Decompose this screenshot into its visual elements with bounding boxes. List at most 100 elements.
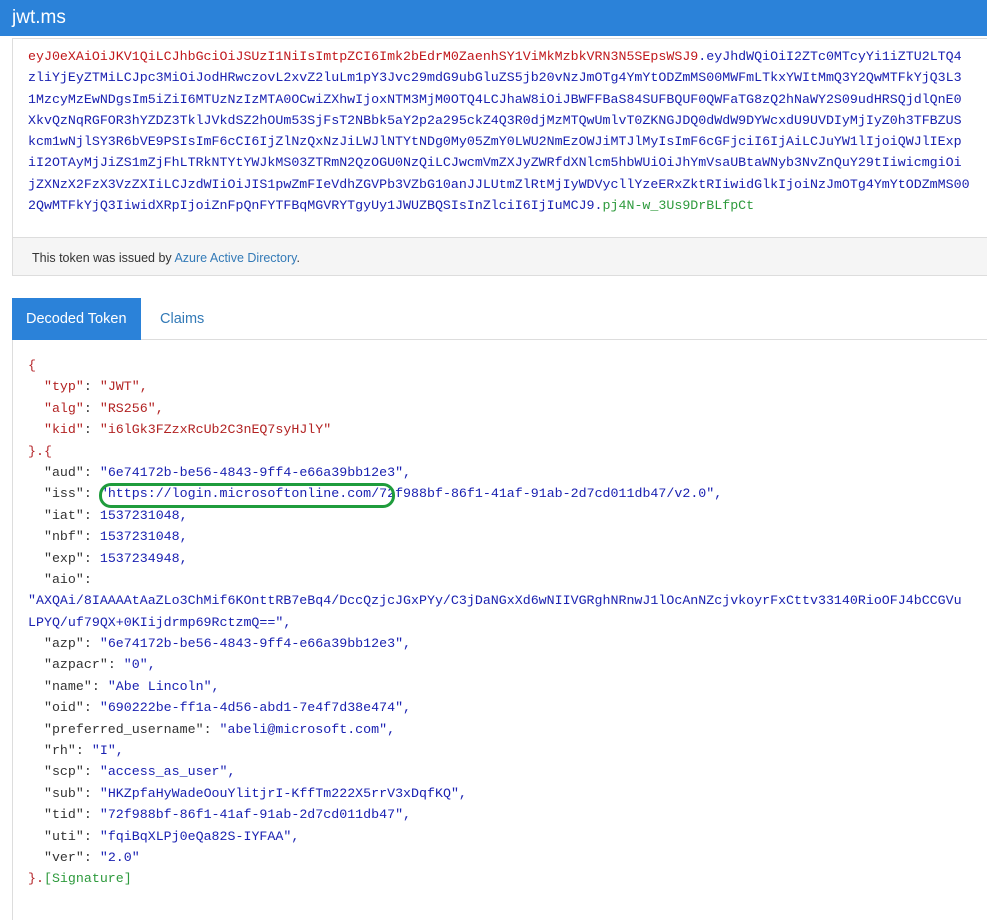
token-segment-header: eyJ0eXAiOiJKV1QiLCJhbGciOiJSUzI1NiIsImtp… [28, 49, 699, 64]
json-colon: : [83, 422, 100, 438]
json-line: "uti": "fqiBqXLPj0eQa82S-IYFAA", [28, 826, 962, 847]
json-value: "I", [91, 743, 124, 759]
json-value: 1537231048, [99, 529, 188, 545]
json-key: "scp" [43, 764, 84, 780]
json-value: "HKZpfaHyWadeOouYlitjrI-KffTm222X5rrV3xD… [99, 785, 467, 801]
encoded-token-line: eyJ0eXAiOiJKV1QiLCJhbGciOiJSUzI1NiIsImtp… [28, 46, 987, 67]
json-key: "alg" [43, 400, 84, 416]
token-segment-payload: zliYjEyZTMiLCJpc3MiOiJodHRwczovL2xvZ2luL… [28, 70, 962, 86]
json-line: "scp": "access_as_user", [28, 761, 962, 782]
json-line: "oid": "690222be-ff1a-4d56-abd1-7e4f7d38… [28, 697, 962, 718]
json-colon: : [83, 486, 100, 502]
json-colon: : [83, 828, 100, 844]
json-colon: : [83, 571, 100, 587]
json-line: "iss": "https://login.microsoftonline.co… [28, 483, 962, 504]
issuer-link[interactable]: Azure Active Directory [174, 251, 296, 265]
json-line: { [28, 355, 962, 376]
json-line: }.[Signature] [28, 868, 962, 889]
json-key: "ver" [43, 849, 84, 865]
json-line: "nbf": 1537231048, [28, 526, 962, 547]
json-key: "aio" [43, 571, 84, 587]
tab-decoded-token[interactable]: Decoded Token [12, 298, 141, 340]
json-colon: : [83, 529, 100, 545]
json-line: "typ": "JWT", [28, 376, 962, 397]
encoded-token-line: jZXNzX2FzX3VzZXIiLCJzdWIiOiJIS1pwZmFIeVd… [28, 174, 987, 195]
json-key: "iss" [43, 486, 84, 502]
json-value: "fqiBqXLPj0eQa82S-IYFAA", [99, 828, 300, 844]
json-value: "https://login.microsoftonline.com/72f98… [99, 486, 723, 502]
json-brace: }. [28, 871, 44, 887]
json-brace: { [28, 358, 36, 373]
encoded-token-line: iI2OTAyMjJiZS1mZjFhLTRkNTYtYWJkMS03ZTRmN… [28, 152, 987, 173]
encoded-token-panel[interactable]: eyJ0eXAiOiJKV1QiLCJhbGciOiJSUzI1NiIsImtp… [12, 38, 987, 276]
encoded-token-line: 2QwMTFkYjQ3IiwidXRpIjoiZnFpQnFYTFBqMGVRY… [28, 195, 987, 216]
signature-label: [Signature] [43, 871, 132, 887]
json-line: "name": "Abe Lincoln", [28, 676, 962, 697]
json-line: "azp": "6e74172b-be56-4843-9ff4-e66a39bb… [28, 633, 962, 654]
issuer-info: This token was issued by Azure Active Di… [13, 237, 987, 275]
json-key: "azpacr" [43, 657, 108, 673]
json-key: "exp" [43, 550, 84, 566]
tab-claims[interactable]: Claims [146, 298, 218, 340]
json-brace: }.{ [28, 443, 52, 459]
json-line: "rh": "I", [28, 740, 962, 761]
json-colon: : [203, 721, 220, 737]
json-value: "2.0" [99, 849, 140, 865]
json-key: "iat" [43, 507, 84, 523]
json-key: "preferred_username" [43, 721, 204, 737]
decoded-tabs: Decoded Token Claims [12, 298, 987, 340]
json-line: LPYQ/uf79QX+0KIijdrmp69RctzmQ==", [28, 612, 962, 633]
json-value: "access_as_user", [99, 764, 236, 780]
encoded-token-text[interactable]: eyJ0eXAiOiJKV1QiLCJhbGciOiJSUzI1NiIsImtp… [28, 46, 987, 216]
json-value: "690222be-ff1a-4d56-abd1-7e4f7d38e474", [99, 700, 412, 716]
json-key: "oid" [43, 700, 84, 716]
json-colon: : [75, 743, 92, 759]
json-colon: : [83, 849, 100, 865]
json-line: "kid": "i6lGk3FZzxRcUb2C3nEQ7syHJlY" [28, 419, 962, 440]
issuer-suffix: . [296, 251, 300, 265]
json-colon: : [107, 657, 124, 673]
json-value: "0", [123, 657, 156, 673]
token-segment-payload: eyJhdWQiOiI2ZTc0MTcyYi1iZTU2LTQ4 [706, 49, 962, 64]
json-value: "JWT", [99, 379, 148, 395]
json-line: "aud": "6e74172b-be56-4843-9ff4-e66a39bb… [28, 462, 962, 483]
encoded-token-line: XkvQzNqRGFOR3hYZDZ3TklJVkdSZ2hOUm53SjFsT… [28, 110, 987, 131]
json-value: "6e74172b-be56-4843-9ff4-e66a39bb12e3", [99, 636, 412, 652]
json-value: LPYQ/uf79QX+0KIijdrmp69RctzmQ==", [28, 614, 292, 630]
json-line: "tid": "72f988bf-86f1-41af-91ab-2d7cd011… [28, 804, 962, 825]
top-navbar: jwt.ms [0, 0, 987, 36]
json-value: "abeli@microsoft.com", [219, 721, 396, 737]
json-value: "i6lGk3FZzxRcUb2C3nEQ7syHJlY" [99, 422, 332, 438]
json-key: "aud" [43, 464, 84, 480]
json-key: "uti" [43, 828, 84, 844]
decoded-token-panel: { "typ": "JWT", "alg": "RS256", "kid": "… [12, 340, 987, 920]
json-colon: : [83, 400, 100, 416]
token-segment-payload: kcm1wNjlSY3R6bVE9PSIsImF6cCI6IjZlNzQxNzJ… [28, 134, 962, 150]
encoded-token-line: kcm1wNjlSY3R6bVE9PSIsImF6cCI6IjZlNzQxNzJ… [28, 131, 987, 152]
token-segment-payload: 1MzcyMzEwNDgsIm5iZiI6MTUzNzIzMTA0OCwiZXh… [28, 91, 962, 107]
token-segment-sep: . [594, 198, 603, 214]
token-segment-payload: jZXNzX2FzX3VzZXIiLCJzdWIiOiJIS1pwZmFIeVd… [28, 176, 970, 192]
json-key: "tid" [43, 807, 84, 823]
decoded-json: { "typ": "JWT", "alg": "RS256", "kid": "… [28, 355, 962, 890]
json-key: "azp" [43, 636, 84, 652]
json-colon: : [83, 464, 100, 480]
token-segment-payload: 2QwMTFkYjQ3IiwidXRpIjoiZnFpQnFYTFBqMGVRY… [28, 198, 595, 214]
json-line: "aio": [28, 569, 962, 590]
json-colon: : [83, 785, 100, 801]
json-colon: : [83, 550, 100, 566]
json-line: "preferred_username": "abeli@microsoft.c… [28, 719, 962, 740]
json-line: "ver": "2.0" [28, 847, 962, 868]
json-colon: : [83, 764, 100, 780]
brand-link[interactable]: jwt.ms [12, 6, 66, 30]
